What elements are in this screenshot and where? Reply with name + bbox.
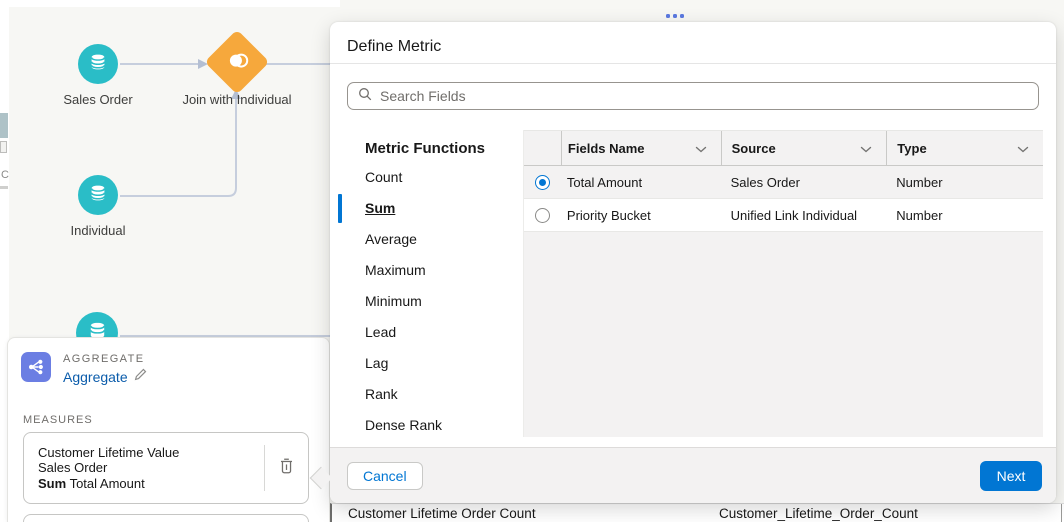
function-item-sum[interactable]: Sum <box>330 193 523 224</box>
clipped-line <box>0 186 8 189</box>
metric-functions-heading: Metric Functions <box>365 140 486 157</box>
table-header: Fields Name Source Type <box>524 130 1043 166</box>
screen: Sales Order Join with Individual Individ… <box>0 0 1064 522</box>
trash-icon[interactable] <box>279 457 294 479</box>
metric-api-name: Customer_Lifetime_Order_Count <box>719 506 918 521</box>
column-header-type[interactable]: Type <box>886 131 1043 165</box>
cell-type: Number <box>896 207 943 223</box>
cell-type: Number <box>896 174 943 190</box>
function-item-average[interactable]: Average <box>330 224 523 255</box>
function-item-dense-rank[interactable]: Dense Rank <box>330 410 523 437</box>
edit-pencil-icon[interactable] <box>134 368 147 386</box>
node-individual[interactable] <box>78 175 118 215</box>
node-label-individual: Individual <box>70 223 126 238</box>
metric-name: Customer Lifetime Order Count <box>348 506 536 521</box>
clipped-box <box>0 141 7 153</box>
background-metric-row: Customer Lifetime Order Count Customer_L… <box>330 503 1064 522</box>
chevron-down-icon[interactable] <box>1017 141 1029 156</box>
column-divider <box>1061 504 1062 522</box>
function-item-rank[interactable]: Rank <box>330 379 523 410</box>
measure-source: Sales Order <box>38 460 108 476</box>
search-field[interactable] <box>347 82 1039 110</box>
column-header-source[interactable]: Source <box>720 131 887 165</box>
table-empty-area <box>524 232 1043 437</box>
chevron-down-icon[interactable] <box>860 141 872 156</box>
clipped-text: C <box>1 169 9 181</box>
aggregate-icon <box>21 352 51 382</box>
function-item-maximum[interactable]: Maximum <box>330 255 523 286</box>
table-row[interactable]: Priority Bucket Unified Link Individual … <box>524 199 1043 232</box>
measure-card-clipped[interactable] <box>23 514 309 522</box>
function-item-lag[interactable]: Lag <box>330 348 523 379</box>
fields-table: Fields Name Source Type Total Amount Sal… <box>523 130 1043 437</box>
node-label-join: Join with Individual <box>182 92 292 107</box>
cancel-button[interactable]: Cancel <box>347 462 423 490</box>
header-divider <box>330 63 1056 64</box>
aggregate-panel: AGGREGATE Aggregate MEASURES Customer Li… <box>7 337 330 522</box>
radio-selected[interactable] <box>534 174 550 190</box>
function-item-lead[interactable]: Lead <box>330 317 523 348</box>
measure-name: Customer Lifetime Value <box>38 444 180 460</box>
node-label-sales-order: Sales Order <box>63 92 133 107</box>
canvas-top-edge <box>0 0 340 7</box>
column-header-fields-name[interactable]: Fields Name <box>560 131 721 165</box>
search-icon <box>358 87 372 106</box>
function-item-minimum[interactable]: Minimum <box>330 286 523 317</box>
clipped-thumbnail <box>0 113 8 138</box>
cell-fields-name: Priority Bucket <box>566 207 651 223</box>
database-icon <box>87 182 109 209</box>
table-row[interactable]: Total Amount Sales Order Number <box>524 166 1043 199</box>
cell-source: Sales Order <box>730 174 800 190</box>
cell-source: Unified Link Individual <box>730 207 858 223</box>
aggregate-name-link[interactable]: Aggregate <box>63 369 128 385</box>
dialog-footer: Cancel Next <box>330 447 1056 503</box>
ellipsis-menu-icon[interactable] <box>666 14 684 18</box>
define-metric-dialog: Define Metric Metric Functions Count Sum… <box>330 22 1056 503</box>
metric-functions-list: Metric Functions Count Sum Average Maxim… <box>330 130 523 437</box>
measure-card-actions <box>264 445 308 491</box>
node-type-label: AGGREGATE <box>63 353 145 365</box>
function-item-count[interactable]: Count <box>330 162 523 193</box>
dialog-title: Define Metric <box>347 38 442 55</box>
header-radio-spacer <box>524 131 561 165</box>
node-sales-order[interactable] <box>78 44 118 84</box>
measure-card[interactable]: Customer Lifetime Value Sales Order Sum … <box>23 432 309 504</box>
chevron-down-icon[interactable] <box>695 141 707 156</box>
measure-card-text: Customer Lifetime Value Sales Order Sum … <box>24 445 264 492</box>
search-input[interactable] <box>380 84 1038 108</box>
node-join[interactable] <box>204 29 270 95</box>
join-icon <box>217 42 257 82</box>
selected-indicator <box>338 194 342 223</box>
measure-formula: Sum Total Amount <box>38 475 145 491</box>
measures-section-label: MEASURES <box>23 414 93 426</box>
radio-unselected[interactable] <box>534 207 550 223</box>
cell-fields-name: Total Amount <box>566 174 643 190</box>
next-button[interactable]: Next <box>980 461 1042 491</box>
database-icon <box>87 51 109 78</box>
